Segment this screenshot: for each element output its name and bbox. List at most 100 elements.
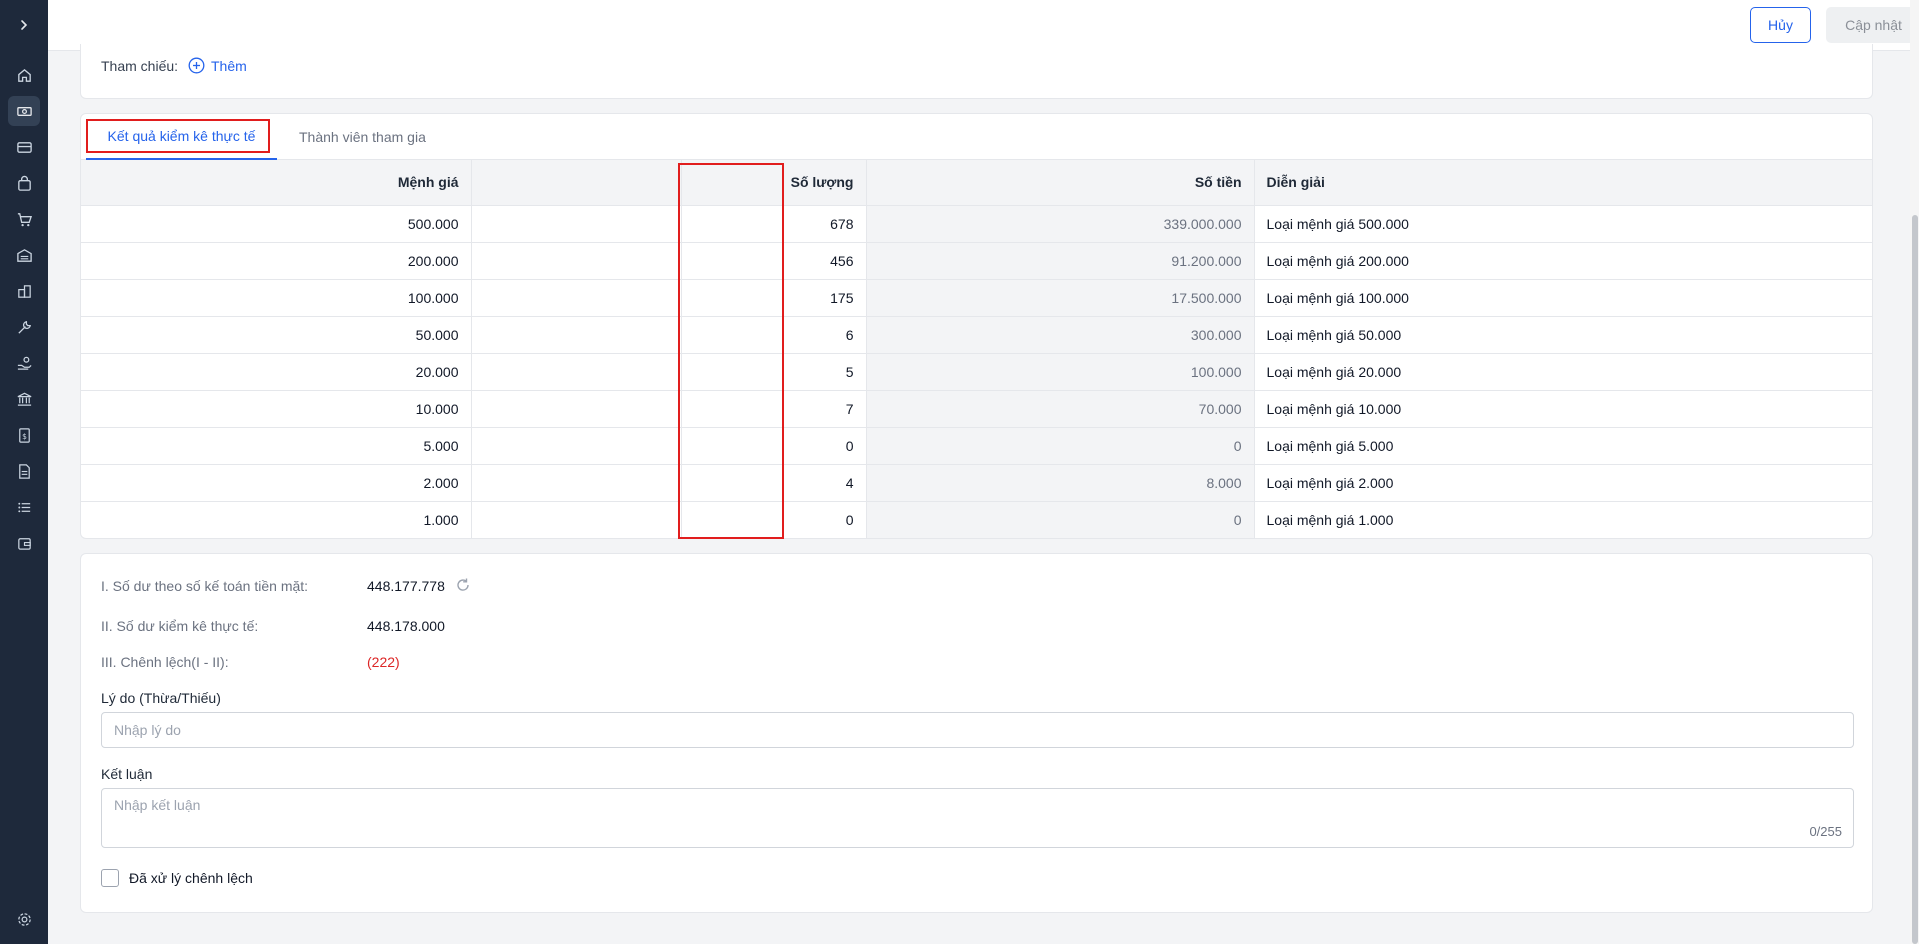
tab-actual-results[interactable]: Kết quả kiểm kê thực tế <box>86 114 277 160</box>
description-cell[interactable]: Loại mệnh giá 500.000 <box>1254 204 1872 242</box>
reason-label: Lý do (Thừa/Thiếu) <box>101 690 221 706</box>
quantity-cell[interactable]: 175 <box>681 278 867 316</box>
denomination-cell: 100.000 <box>81 278 472 316</box>
hand-coin-icon <box>17 356 32 370</box>
card-icon <box>16 141 32 153</box>
quantity-cell[interactable]: 0 <box>681 500 867 538</box>
denomination-cell: 2.000 <box>81 463 472 501</box>
description-cell[interactable]: Loại mệnh giá 5.000 <box>1254 426 1872 464</box>
amount-cell: 0 <box>866 426 1255 464</box>
table-row: 20.000 5 100.000 Loại mệnh giá 20.000 <box>81 352 1872 390</box>
quantity-cell[interactable]: 4 <box>681 463 867 501</box>
quantity-cell[interactable]: 456 <box>681 241 867 279</box>
sidebar-item-bank[interactable] <box>8 384 40 414</box>
sidebar-item-hand-coin[interactable] <box>8 348 40 378</box>
actual-balance-label: II. Số dư kiểm kê thực tế: <box>101 618 259 634</box>
bag-icon <box>17 175 31 191</box>
sidebar: $ <box>0 0 48 944</box>
spacer-cell <box>471 278 682 316</box>
table-row: 200.000 456 91.200.000 Loại mệnh giá 200.00… <box>81 241 1872 279</box>
sidebar-item-card[interactable] <box>8 132 40 162</box>
inventory-card: Kết quả kiểm kê thực tế Thành viên tham … <box>80 113 1873 539</box>
list-icon <box>17 502 30 512</box>
quantity-cell[interactable]: 5 <box>681 352 867 390</box>
sidebar-item-bag[interactable] <box>8 168 40 198</box>
wallet-icon <box>17 537 31 550</box>
actual-balance-value: 448.178.000 <box>367 618 445 634</box>
column-header-quantity: Số lượng <box>681 160 867 205</box>
amount-cell: 17.500.000 <box>866 278 1255 316</box>
add-reference-label: Thêm <box>211 57 247 74</box>
update-button[interactable]: Cập nhật <box>1826 7 1919 43</box>
conclusion-char-counter: 0/255 <box>1809 824 1842 839</box>
reference-card: Tham chiếu: Thêm <box>80 44 1873 99</box>
sidebar-item-building[interactable] <box>8 276 40 306</box>
reference-label: Tham chiếu: <box>101 58 179 74</box>
book-balance-label: I. Số dư theo số kế toán tiền mặt: <box>101 578 309 594</box>
sidebar-item-settings[interactable] <box>8 904 40 934</box>
denomination-table: Mệnh giá Số lượng Số tiền Diễn giải 500.… <box>81 160 1872 538</box>
sidebar-item-home[interactable] <box>8 60 40 90</box>
sidebar-item-list[interactable] <box>8 492 40 522</box>
denomination-cell: 5.000 <box>81 426 472 464</box>
spacer-cell <box>471 241 682 279</box>
page-scrollbar-thumb[interactable] <box>1912 215 1918 944</box>
spacer-cell <box>471 352 682 390</box>
amount-cell: 8.000 <box>866 463 1255 501</box>
sidebar-item-warehouse[interactable] <box>8 240 40 270</box>
amount-cell: 0 <box>866 500 1255 538</box>
description-cell[interactable]: Loại mệnh giá 50.000 <box>1254 315 1872 353</box>
denomination-cell: 50.000 <box>81 315 472 353</box>
description-cell[interactable]: Loại mệnh giá 200.000 <box>1254 241 1872 279</box>
cash-icon <box>16 106 32 116</box>
sidebar-item-cart[interactable] <box>8 204 40 234</box>
conclusion-label: Kết luận <box>101 766 153 782</box>
add-reference-button[interactable]: Thêm <box>188 57 247 74</box>
description-cell[interactable]: Loại mệnh giá 10.000 <box>1254 389 1872 427</box>
spacer-cell <box>471 389 682 427</box>
svg-text:$: $ <box>22 431 27 440</box>
column-header-amount: Số tiền <box>866 160 1255 205</box>
column-header-description: Diễn giải <box>1254 160 1872 205</box>
tab-participants[interactable]: Thành viên tham gia <box>299 114 426 160</box>
cancel-button[interactable]: Hủy <box>1750 7 1811 43</box>
quantity-cell[interactable]: 678 <box>681 204 867 242</box>
table-header-row: Mệnh giá Số lượng Số tiền Diễn giải <box>81 160 1872 205</box>
bank-icon <box>17 392 31 406</box>
sidebar-item-document[interactable] <box>8 456 40 486</box>
book-balance-value: 448.177.778 <box>367 578 445 594</box>
column-header-spacer <box>471 160 682 205</box>
sidebar-expand-button[interactable] <box>0 0 48 50</box>
document-icon <box>18 463 30 479</box>
sidebar-item-receipt[interactable]: $ <box>8 420 40 450</box>
sidebar-item-wallet[interactable] <box>8 528 40 558</box>
processed-difference-checkbox[interactable] <box>101 869 119 887</box>
table-row: 10.000 7 70.000 Loại mệnh giá 10.000 <box>81 389 1872 427</box>
table-row: 5.000 0 0 Loại mệnh giá 5.000 <box>81 426 1872 464</box>
tab-bar: Kết quả kiểm kê thực tế Thành viên tham … <box>81 114 1872 160</box>
table-row: 2.000 4 8.000 Loại mệnh giá 2.000 <box>81 463 1872 501</box>
spacer-cell <box>471 463 682 501</box>
description-cell[interactable]: Loại mệnh giá 100.000 <box>1254 278 1872 316</box>
conclusion-textarea[interactable] <box>101 788 1854 848</box>
table-row: 500.000 678 339.000.000 Loại mệnh giá 500.0… <box>81 204 1872 242</box>
quantity-cell[interactable]: 6 <box>681 315 867 353</box>
refresh-icon[interactable] <box>455 577 471 593</box>
description-cell[interactable]: Loại mệnh giá 20.000 <box>1254 352 1872 390</box>
description-cell[interactable]: Loại mệnh giá 2.000 <box>1254 463 1872 501</box>
table-row: 50.000 6 300.000 Loại mệnh giá 50.000 <box>81 315 1872 353</box>
quantity-cell[interactable]: 7 <box>681 389 867 427</box>
sidebar-item-tools[interactable] <box>8 312 40 342</box>
reason-input[interactable] <box>101 712 1854 748</box>
settings-icon <box>17 912 31 926</box>
sidebar-item-cash[interactable] <box>8 96 40 126</box>
summary-card: I. Số dư theo số kế toán tiền mặt: 448.1… <box>80 553 1873 913</box>
description-cell[interactable]: Loại mệnh giá 1.000 <box>1254 500 1872 538</box>
amount-cell: 91.200.000 <box>866 241 1255 279</box>
difference-label: III. Chênh lệch(I - II): <box>101 654 229 670</box>
quantity-cell[interactable]: 0 <box>681 426 867 464</box>
amount-cell: 300.000 <box>866 315 1255 353</box>
amount-cell: 339.000.000 <box>866 204 1255 242</box>
denomination-cell: 1.000 <box>81 500 472 538</box>
processed-difference-row[interactable]: Đã xử lý chênh lệch <box>101 869 253 887</box>
